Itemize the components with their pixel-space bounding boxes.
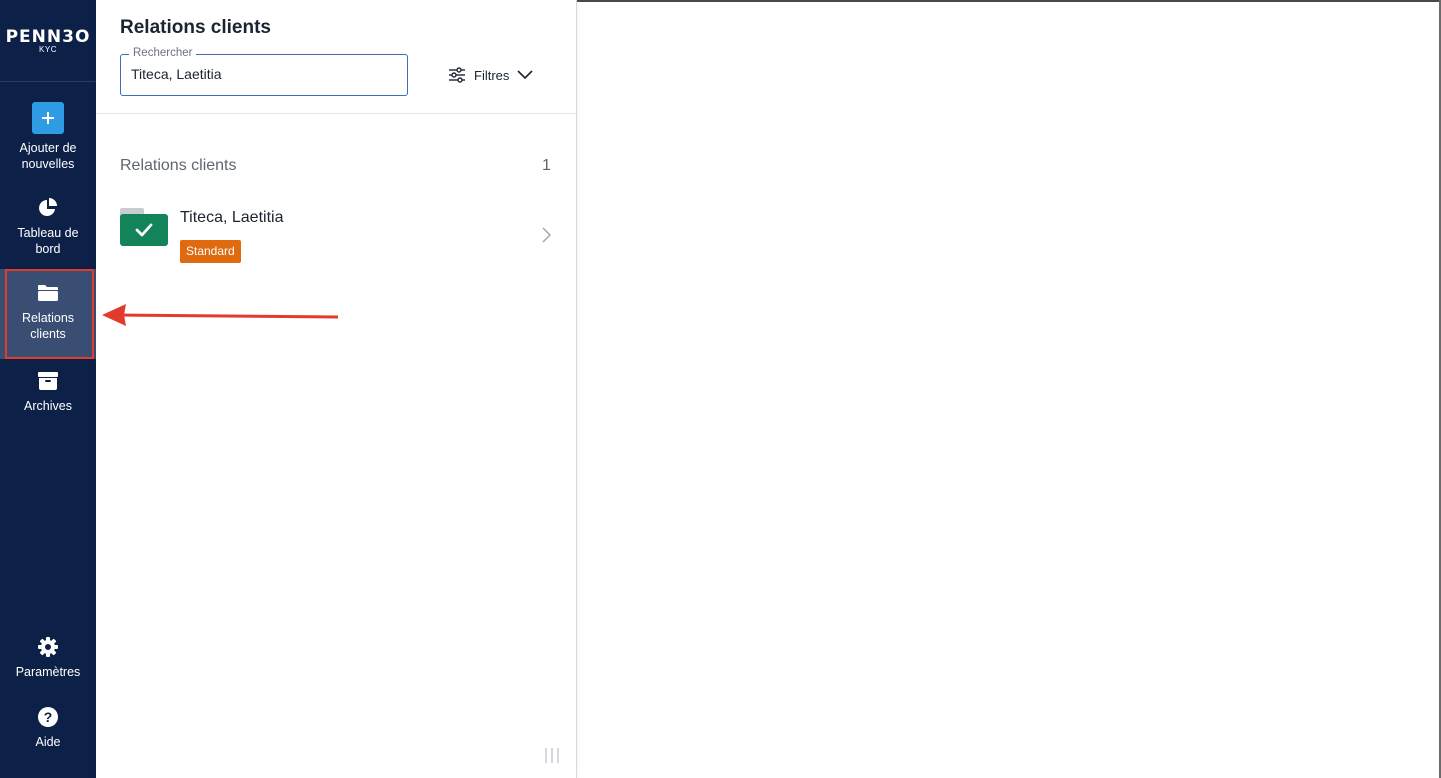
client-relations-panel: Relations clients Rechercher Titeca, Lae… xyxy=(96,0,577,778)
client-list-item[interactable]: Titeca, Laetitia Standard xyxy=(96,196,576,276)
app-root: PENN3O KYC Ajouter de nouvelles Tableau … xyxy=(0,0,1441,778)
annotation-arrow xyxy=(102,304,339,326)
list-count: 1 xyxy=(542,157,551,174)
client-name: Titeca, Laetitia xyxy=(180,209,284,226)
gear-icon xyxy=(38,637,58,657)
search-input[interactable] xyxy=(131,66,391,82)
sidebar-item-label: Aide xyxy=(35,735,61,749)
sidebar: PENN3O KYC Ajouter de nouvelles Tableau … xyxy=(0,0,96,778)
folder-status-icon xyxy=(120,208,168,246)
sidebar-item-settings[interactable]: Paramètres xyxy=(0,636,96,680)
filters-label: Filtres xyxy=(474,67,510,83)
sidebar-item-add-new[interactable]: Ajouter de nouvelles xyxy=(0,102,96,172)
chevron-down-icon xyxy=(517,70,533,80)
search-legend: Rechercher xyxy=(129,47,197,59)
logo[interactable]: PENN3O KYC xyxy=(0,0,96,82)
logo-subtitle: KYC xyxy=(39,45,57,54)
list-section-title: Relations clients xyxy=(120,157,237,174)
sidebar-item-label: Relations clients xyxy=(21,311,75,341)
sidebar-item-dashboard[interactable]: Tableau de bord xyxy=(0,197,96,257)
page-title: Relations clients xyxy=(120,17,271,38)
help-icon: ? xyxy=(38,707,58,727)
status-badge: Standard xyxy=(180,240,241,263)
plus-icon xyxy=(32,102,64,134)
sidebar-item-label: Ajouter de nouvelles xyxy=(19,141,77,171)
resize-handle-icon[interactable] xyxy=(544,746,562,764)
sidebar-item-archives[interactable]: Archives xyxy=(0,370,96,414)
archive-box-icon xyxy=(38,372,58,390)
panel-header: Relations clients Rechercher Titeca, Lae… xyxy=(96,0,576,114)
sidebar-item-label: Tableau de bord xyxy=(17,226,79,256)
search-field[interactable]: Rechercher xyxy=(120,47,408,96)
sidebar-item-label: Paramètres xyxy=(15,665,81,679)
chevron-right-icon xyxy=(542,227,552,243)
pie-chart-icon xyxy=(39,198,57,216)
check-icon xyxy=(135,223,153,237)
window-edge-top xyxy=(577,0,1441,2)
sidebar-item-client-relations[interactable]: Relations clients xyxy=(0,269,96,359)
folder-body xyxy=(120,214,168,246)
folder-icon xyxy=(38,285,58,301)
sidebar-item-label: Archives xyxy=(24,399,72,413)
filters-button[interactable]: Filtres xyxy=(448,64,533,86)
svg-text:?: ? xyxy=(44,709,53,725)
sliders-icon xyxy=(449,67,465,83)
sidebar-item-help[interactable]: ? Aide xyxy=(0,706,96,750)
logo-wordmark: PENN3O xyxy=(5,27,91,47)
